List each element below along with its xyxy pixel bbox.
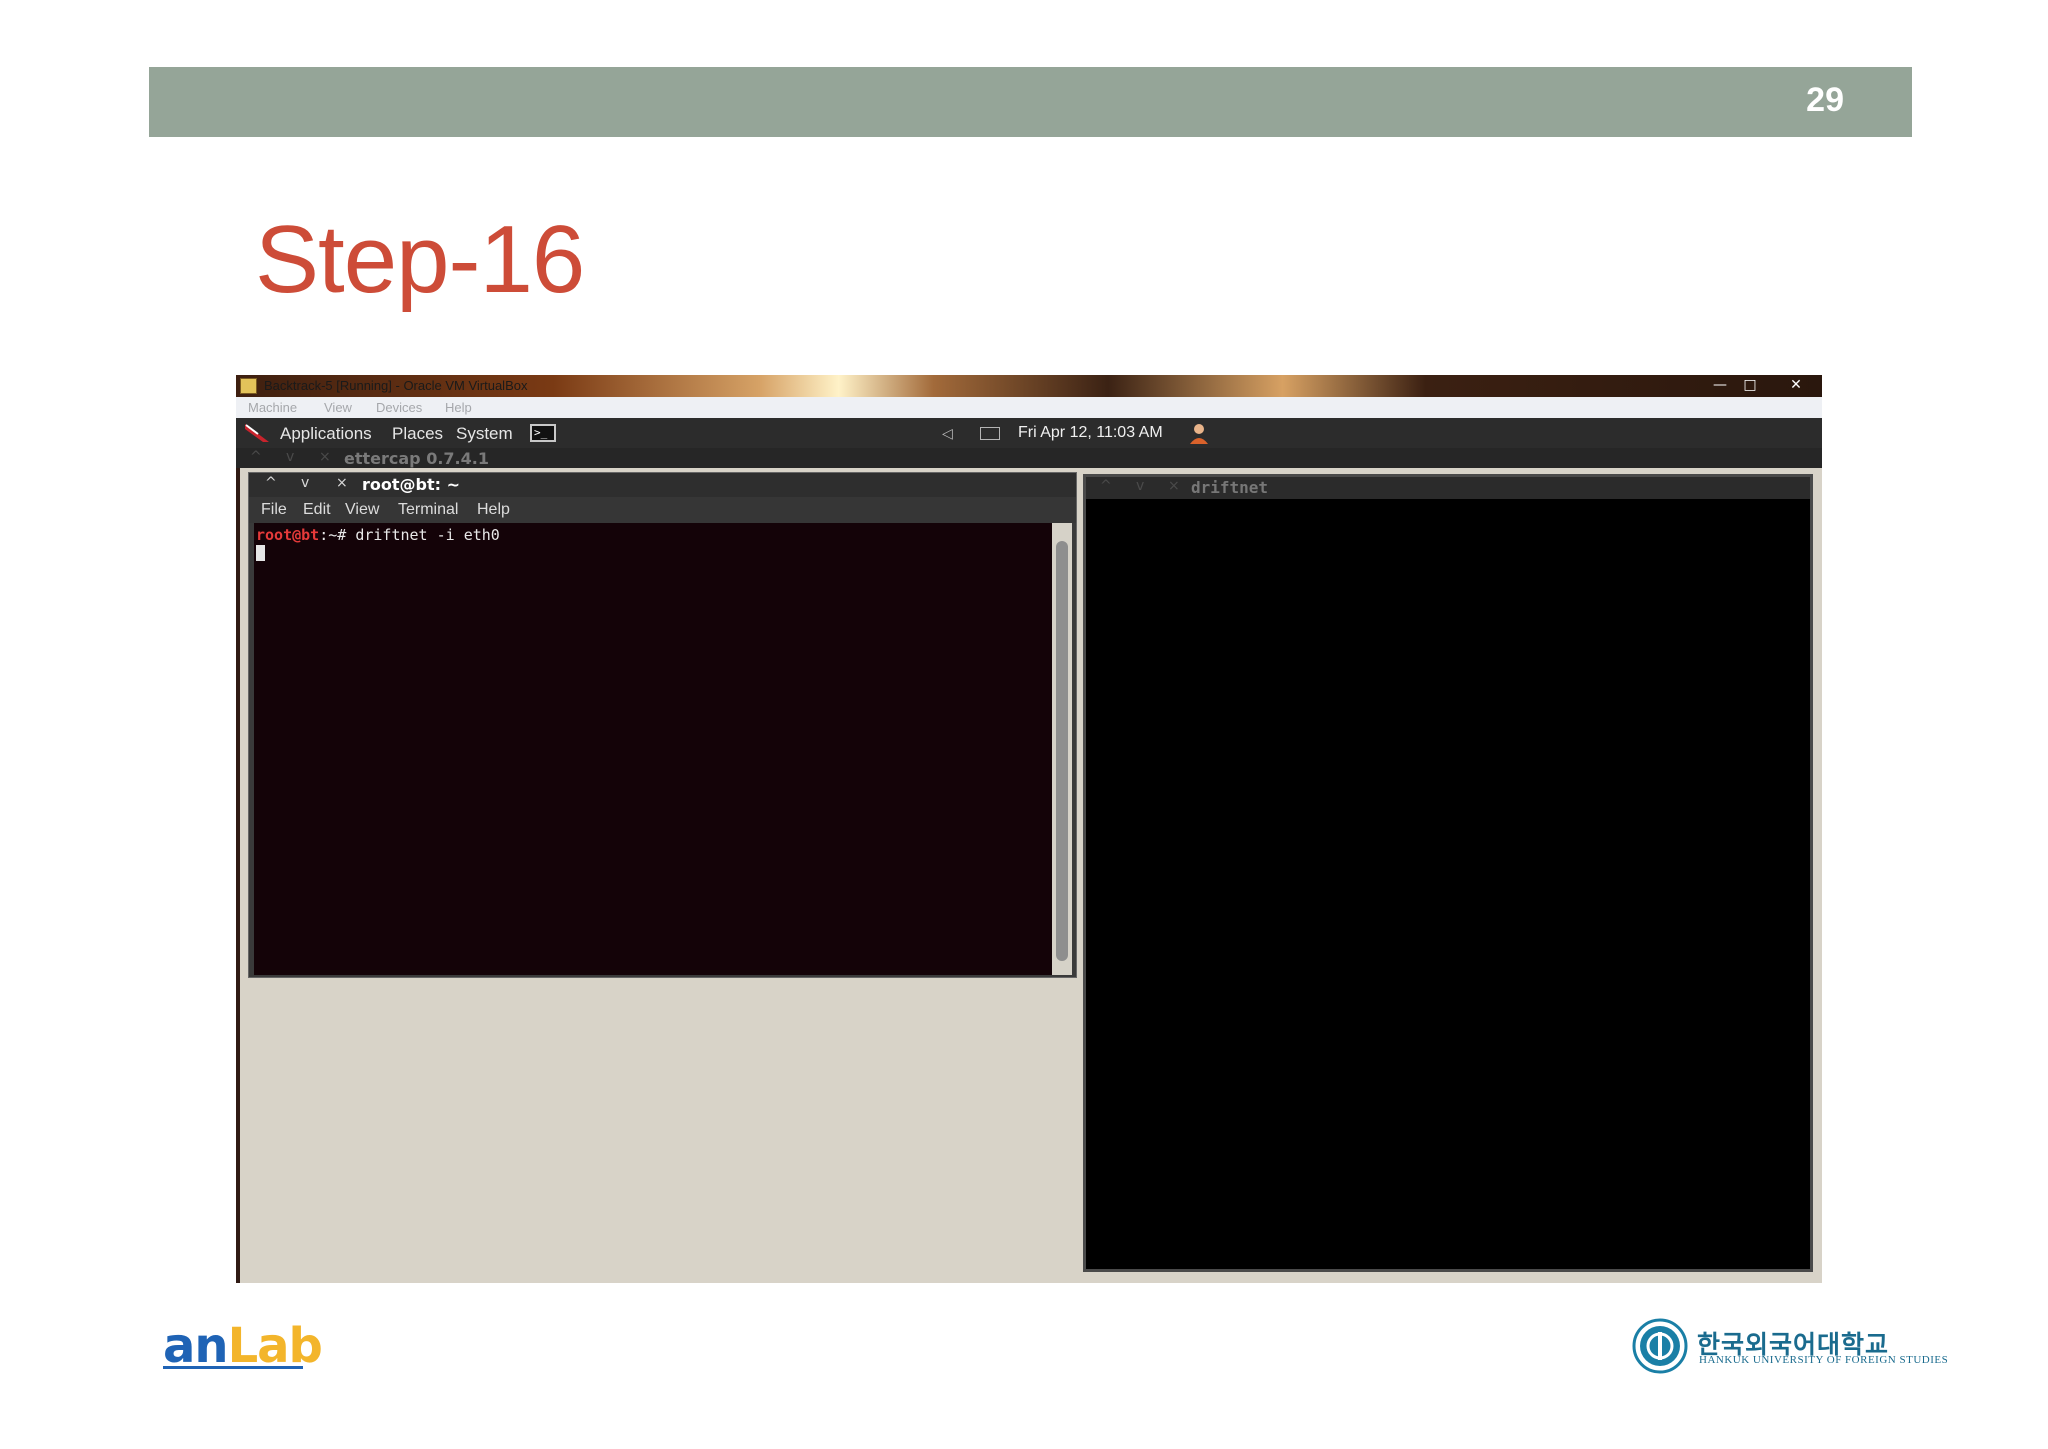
terminal-menubar: File Edit View Terminal Help [249,497,1076,523]
virtualbox-icon [240,378,257,394]
slide-title: Step-16 [255,206,585,313]
window-edge [236,468,240,1283]
driftnet-titlebar[interactable]: ^ v × driftnet [1086,477,1810,499]
ettercap-window-titlebar[interactable]: ^ v × ettercap 0.7.4.1 [236,448,1822,468]
close-button[interactable]: ✕ [1782,376,1810,395]
terminal-screen[interactable]: root@bt:~# driftnet -i eth0 [254,523,1052,975]
terminal-menu-edit[interactable]: Edit [303,501,331,519]
ettercap-close-control[interactable]: × [319,449,331,465]
ettercap-down-control[interactable]: v [286,449,294,465]
terminal-close-control[interactable]: × [336,475,348,491]
driftnet-down-control[interactable]: v [1136,478,1144,494]
ettercap-up-control[interactable]: ^ [250,449,262,465]
vm-menubar: Machine View Devices Help [236,397,1822,419]
panel-clock[interactable]: Fri Apr 12, 11:03 AM [1018,424,1163,442]
minimize-button[interactable]: — [1706,376,1734,395]
panel-menu-places[interactable]: Places [392,424,443,444]
user-icon[interactable] [1188,422,1210,446]
backtrack-logo-icon[interactable] [244,422,270,444]
terminal-window-title: root@bt: ~ [362,475,460,494]
slide-header-bar: 29 [149,67,1912,137]
prompt-path: :~# [319,526,356,544]
panel-menu-applications[interactable]: Applications [280,424,372,444]
vm-menu-view[interactable]: View [324,400,352,415]
restore-button[interactable]: □ [1736,376,1764,395]
terminal-cursor [256,545,265,561]
terminal-titlebar[interactable]: ^ v × root@bt: ~ [249,473,1076,497]
vm-titlebar: Backtrack-5 [Running] - Oracle VM Virtua… [236,375,1822,397]
terminal-window[interactable]: ^ v × root@bt: ~ File Edit View Terminal… [248,472,1077,978]
driftnet-window-title: driftnet [1191,478,1269,497]
driftnet-window[interactable]: ^ v × driftnet [1083,474,1813,1272]
anlab-logo-underline [163,1366,303,1369]
page-number: 29 [1806,81,1844,119]
gnome-top-panel: Applications Places System >_ ◁ Fri Apr … [236,418,1822,448]
terminal-menu-view[interactable]: View [345,501,379,519]
terminal-down-control[interactable]: v [301,475,309,491]
terminal-launcher-icon[interactable]: >_ [530,424,556,442]
hufs-english-name: HANKUK UNIVERSITY OF FOREIGN STUDIES [1699,1354,1949,1366]
panel-menu-system[interactable]: System [456,424,513,444]
vm-window-title: Backtrack-5 [Running] - Oracle VM Virtua… [264,378,528,393]
ettercap-window-title: ettercap 0.7.4.1 [344,449,489,468]
terminal-menu-file[interactable]: File [261,501,287,519]
virtualbox-window: Backtrack-5 [Running] - Oracle VM Virtua… [236,375,1822,1283]
terminal-menu-terminal[interactable]: Terminal [398,501,458,519]
speaker-icon[interactable]: ◁ [942,425,954,441]
hufs-emblem-icon [1632,1318,1688,1374]
terminal-scrollbar[interactable] [1052,523,1072,975]
terminal-command-line: root@bt:~# driftnet -i eth0 [256,526,500,544]
terminal-scroll-thumb[interactable] [1056,541,1068,961]
mail-icon[interactable] [980,427,1000,440]
vm-menu-help[interactable]: Help [445,400,472,415]
driftnet-up-control[interactable]: ^ [1100,478,1112,494]
terminal-menu-help[interactable]: Help [477,501,510,519]
vm-menu-machine[interactable]: Machine [248,400,297,415]
terminal-command: driftnet -i eth0 [355,526,500,544]
vm-menu-devices[interactable]: Devices [376,400,422,415]
terminal-up-control[interactable]: ^ [265,475,277,491]
prompt-userhost: root@bt [256,526,320,544]
driftnet-close-control[interactable]: × [1168,478,1180,494]
